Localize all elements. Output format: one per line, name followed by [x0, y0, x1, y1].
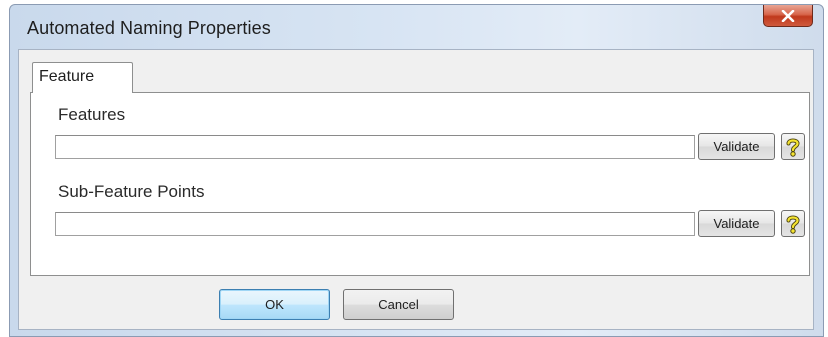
close-icon	[781, 9, 795, 22]
title-bar[interactable]: Automated Naming Properties	[10, 5, 823, 49]
sub-feature-points-label: Sub-Feature Points	[58, 182, 205, 201]
question-mark-icon	[786, 138, 800, 157]
question-mark-icon	[786, 215, 800, 234]
feature-tab-panel: Features Validate Sub-Feature Points Val…	[30, 92, 810, 276]
cancel-button[interactable]: Cancel	[343, 289, 454, 320]
features-label: Features	[58, 105, 126, 124]
sub-feature-points-input[interactable]	[55, 212, 695, 236]
tab-feature-label: Feature	[39, 68, 95, 85]
sub-feature-points-help-button[interactable]	[781, 210, 805, 237]
close-button[interactable]	[763, 5, 813, 27]
ok-button[interactable]: OK	[219, 289, 330, 320]
dialog-window: Automated Naming Properties Feature Feat…	[9, 4, 824, 337]
tab-feature[interactable]: Feature	[32, 62, 133, 93]
features-help-button[interactable]	[781, 133, 805, 160]
sub-feature-points-validate-button[interactable]: Validate	[698, 210, 775, 237]
features-validate-button[interactable]: Validate	[698, 133, 775, 160]
window-title: Automated Naming Properties	[27, 18, 271, 38]
dialog-body: Feature Features Validate Sub-Feature Po…	[18, 49, 814, 330]
features-input[interactable]	[55, 135, 695, 159]
